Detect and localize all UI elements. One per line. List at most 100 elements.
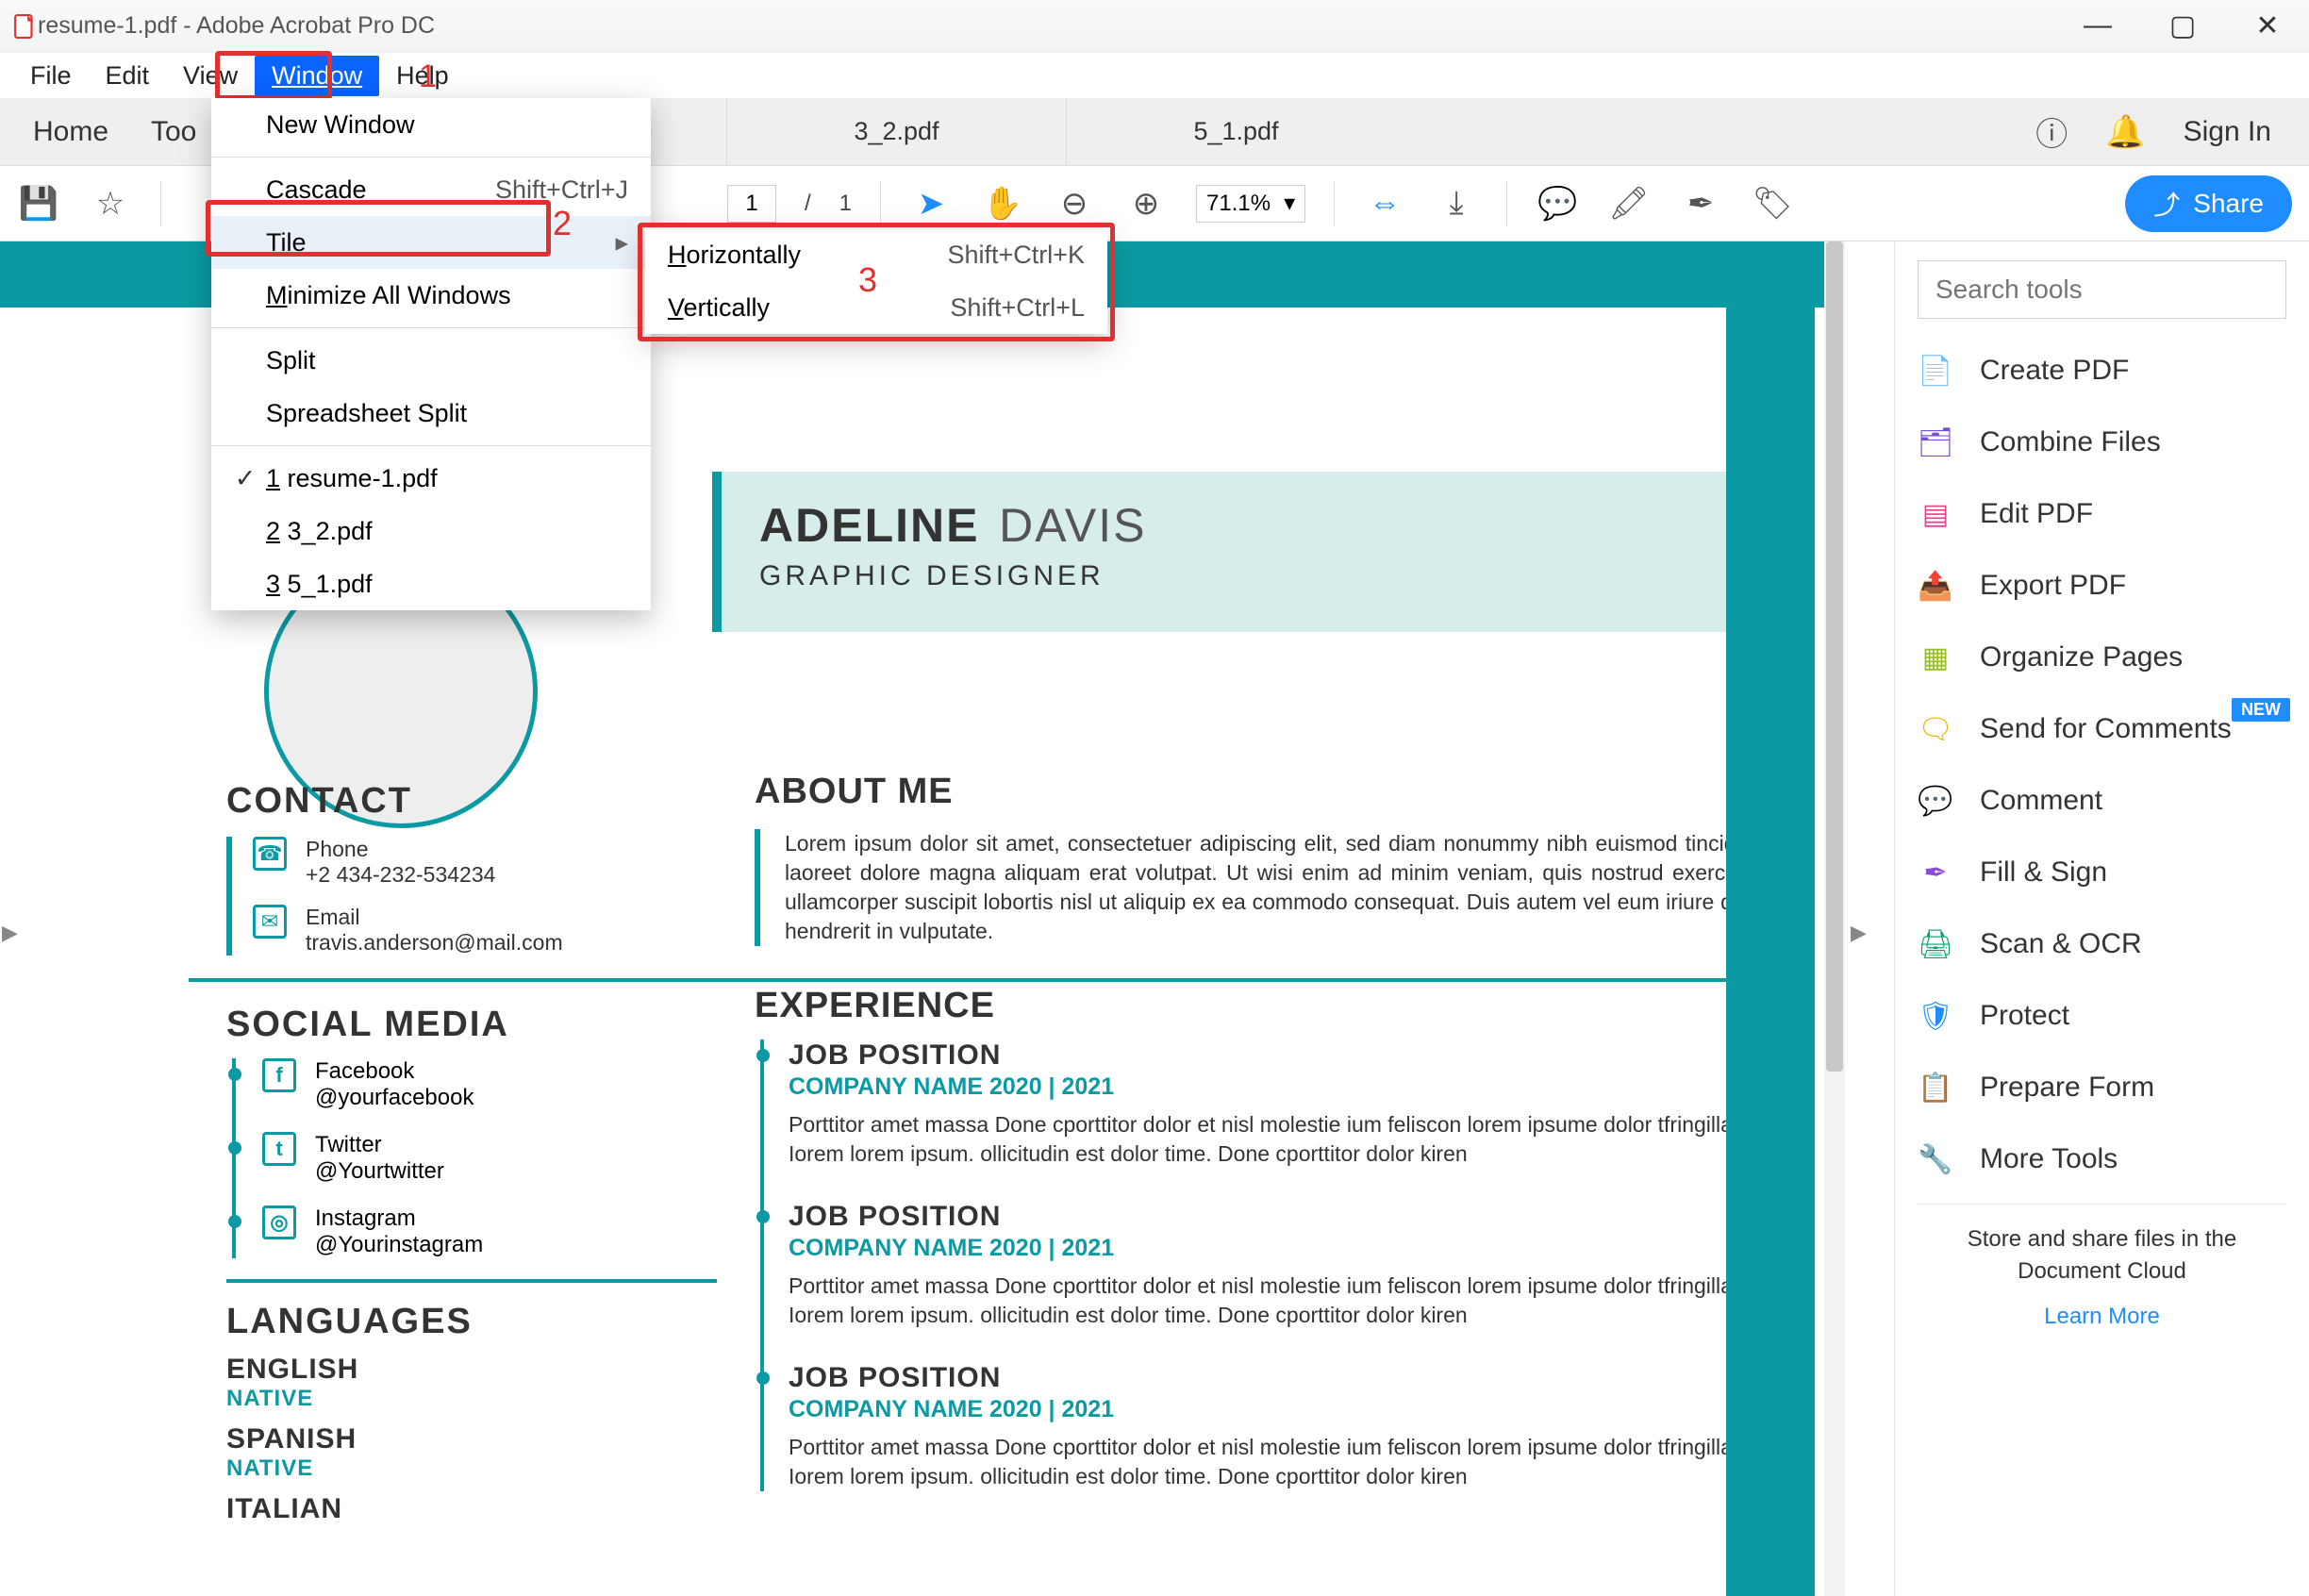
tool-label: Export PDF bbox=[1980, 570, 2126, 602]
doc-name: 3_2.pdf bbox=[288, 517, 373, 545]
learn-more-link[interactable]: Learn More bbox=[1918, 1304, 2286, 1330]
highlighter-icon[interactable]: 🖍 bbox=[1607, 185, 1651, 223]
stamp-icon[interactable]: 🏷 bbox=[1751, 185, 1794, 223]
menu-separator bbox=[211, 445, 651, 446]
organize-pages-icon: ▦ bbox=[1918, 640, 1953, 675]
document-tab[interactable]: 3_2.pdf bbox=[726, 98, 1066, 165]
about-text: Lorem ipsum dolor sit amet, consectetuer… bbox=[785, 829, 1792, 946]
scrollbar-thumb[interactable] bbox=[1826, 241, 1843, 1072]
facebook-icon: f bbox=[262, 1058, 296, 1092]
tool-export-pdf[interactable]: 📤Export PDF bbox=[1918, 568, 2286, 604]
page-number-input[interactable] bbox=[727, 185, 776, 223]
tool-send-for-comments[interactable]: 🗨Send for CommentsNEW bbox=[1918, 711, 2286, 747]
sign-icon[interactable]: ✒ bbox=[1679, 185, 1722, 223]
save-icon[interactable]: 💾 bbox=[17, 185, 60, 223]
tool-label: Organize Pages bbox=[1980, 641, 2183, 673]
tool-label: Combine Files bbox=[1980, 426, 2161, 458]
expand-left-panel-icon[interactable]: ▶ bbox=[2, 921, 18, 945]
fit-width-icon[interactable]: ⇔ bbox=[1363, 185, 1406, 222]
menu-item-spreadsheet-split[interactable]: Spreadsheet Split bbox=[211, 387, 651, 440]
tool-label: Edit PDF bbox=[1980, 498, 2093, 530]
tool-comment[interactable]: 💬Comment bbox=[1918, 783, 2286, 819]
zoom-in-icon[interactable]: ⊕ bbox=[1124, 185, 1168, 223]
job-desc: Porttitor amet massa Done cporttitor dol… bbox=[789, 1433, 1792, 1491]
menu-item-doc-3[interactable]: 3 5_1.pdf bbox=[211, 557, 651, 610]
languages-heading: LANGUAGES bbox=[226, 1302, 717, 1342]
selection-tool-icon[interactable]: ➤ bbox=[909, 185, 953, 223]
twitter-handle: @Yourtwitter bbox=[315, 1158, 444, 1185]
tool-combine-files[interactable]: 🗂 Combine Files bbox=[1918, 424, 2286, 460]
tab-home[interactable]: Home bbox=[0, 98, 141, 165]
prepare-form-icon: 📋 bbox=[1918, 1070, 1953, 1106]
tool-organize-pages[interactable]: ▦ Organize Pages bbox=[1918, 640, 2286, 675]
tool-more-tools[interactable]: 🔧 More Tools bbox=[1918, 1141, 2286, 1177]
tool-create-pdf[interactable]: 📄Create PDF bbox=[1918, 353, 2286, 389]
menu-item-label: Split bbox=[266, 346, 628, 375]
tool-prepare-form[interactable]: 📋 Prepare Form bbox=[1918, 1070, 2286, 1106]
tool-label: Fill & Sign bbox=[1980, 856, 2107, 889]
menu-item-cascade[interactable]: CascadeShift+Ctrl+J bbox=[211, 163, 651, 216]
vertical-scrollbar[interactable] bbox=[1824, 241, 1845, 1596]
page-display-icon[interactable]: ⤓ bbox=[1435, 185, 1478, 222]
expand-right-panel-icon[interactable]: ▶ bbox=[1851, 921, 1867, 945]
search-tools-input[interactable] bbox=[1918, 260, 2286, 319]
tool-label: Prepare Form bbox=[1980, 1072, 2154, 1104]
divider bbox=[1918, 1204, 2286, 1205]
maximize-icon[interactable]: ▢ bbox=[2164, 9, 2201, 42]
tool-protect[interactable]: 🛡Protect bbox=[1918, 998, 2286, 1034]
more-tools-icon: 🔧 bbox=[1918, 1141, 1953, 1177]
menu-item-new-window[interactable]: New Window bbox=[211, 98, 651, 151]
minimize-icon[interactable]: — bbox=[2079, 9, 2117, 42]
zoom-out-icon[interactable]: ⊖ bbox=[1053, 185, 1096, 223]
job-desc: Porttitor amet massa Done cporttitor dol… bbox=[789, 1272, 1792, 1330]
close-icon[interactable]: ✕ bbox=[2249, 9, 2286, 42]
tool-list: 📄Create PDF 🗂 Combine Files ▤Edit PDF 📤Ex… bbox=[1918, 353, 2286, 1177]
hand-tool-icon[interactable]: ✋ bbox=[981, 185, 1024, 223]
bell-icon[interactable]: 🔔 bbox=[2105, 113, 2145, 151]
shortcut: Shift+Ctrl+K bbox=[947, 241, 1085, 270]
social-heading: SOCIAL MEDIA bbox=[226, 1005, 717, 1045]
share-button[interactable]: ⤴ Share bbox=[2125, 175, 2292, 232]
doc-name: resume-1.pdf bbox=[288, 464, 438, 492]
star-icon[interactable]: ☆ bbox=[89, 185, 132, 223]
share-label: Share bbox=[2193, 189, 2264, 219]
help-icon[interactable]: ⓘ bbox=[2035, 108, 2068, 155]
tool-label: More Tools bbox=[1980, 1143, 2118, 1175]
tool-edit-pdf[interactable]: ▤Edit PDF bbox=[1918, 496, 2286, 532]
phone-label: Phone bbox=[306, 837, 495, 862]
menu-edit[interactable]: Edit bbox=[89, 56, 167, 96]
tool-label: Comment bbox=[1980, 785, 2102, 817]
menu-item-tile[interactable]: Tile▸ bbox=[211, 216, 651, 269]
twitter-icon: t bbox=[262, 1132, 296, 1166]
tool-label: Create PDF bbox=[1980, 355, 2129, 387]
fill-sign-icon: ✒ bbox=[1918, 855, 1953, 890]
tool-label: Send for Comments bbox=[1980, 713, 2232, 745]
menu-separator bbox=[211, 157, 651, 158]
menu-item-doc-2[interactable]: 2 3_2.pdf bbox=[211, 505, 651, 557]
menu-item-split[interactable]: Split bbox=[211, 334, 651, 387]
comment-bubble-icon[interactable]: 💬 bbox=[1536, 185, 1579, 223]
about-block: Lorem ipsum dolor sit amet, consectetuer… bbox=[755, 829, 1792, 946]
resume-left-column: CONTACT ☎ Phone +2 434-232-534234 ✉ Emai… bbox=[226, 781, 717, 1525]
tool-fill-sign[interactable]: ✒ Fill & Sign bbox=[1918, 855, 2286, 890]
menu-file[interactable]: File bbox=[13, 56, 89, 96]
menu-item-doc-1[interactable]: ✓1 resume-1.pdf bbox=[211, 452, 651, 505]
sign-in-link[interactable]: Sign In bbox=[2184, 116, 2271, 148]
separator bbox=[1334, 181, 1335, 226]
tool-scan-ocr[interactable]: 🖨Scan & OCR bbox=[1918, 926, 2286, 962]
acrobat-app-icon bbox=[13, 14, 38, 39]
page-total: 1 bbox=[839, 191, 852, 217]
job-meta: COMPANY NAME 2020 | 2021 bbox=[789, 1073, 1792, 1101]
divider bbox=[226, 1279, 717, 1283]
menu-item-minimize-all[interactable]: Minimize All Windows bbox=[211, 269, 651, 322]
zoom-dropdown[interactable]: 71.1%▾ bbox=[1196, 185, 1305, 223]
combine-files-icon: 🗂 bbox=[1918, 424, 1953, 460]
document-tab[interactable]: 5_1.pdf bbox=[1066, 98, 1405, 165]
header-right-icons: ⓘ 🔔 Sign In bbox=[2035, 98, 2309, 165]
facebook-label: Facebook bbox=[315, 1058, 473, 1085]
social-block: f Facebook@yourfacebook t Twitter@Yourtw… bbox=[226, 1058, 717, 1258]
contact-block: ☎ Phone +2 434-232-534234 ✉ Email travis… bbox=[226, 837, 717, 956]
phone-icon: ☎ bbox=[253, 837, 287, 871]
menu-item-label: ascade bbox=[285, 175, 367, 204]
job-desc: Porttitor amet massa Done cporttitor dol… bbox=[789, 1110, 1792, 1169]
